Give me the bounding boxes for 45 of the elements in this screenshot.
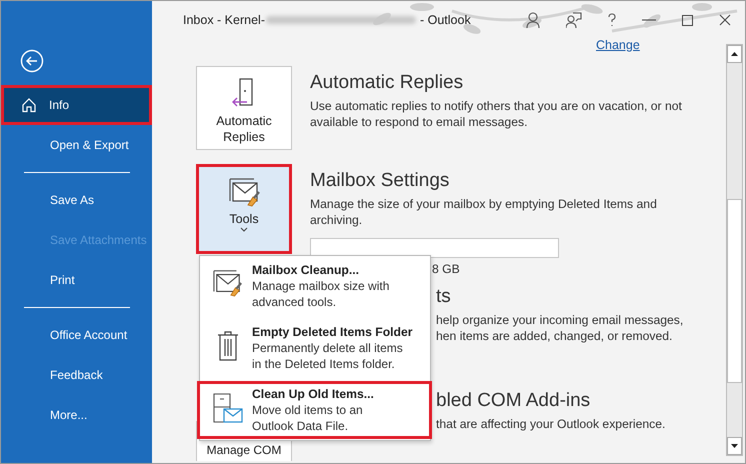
automatic-replies-button[interactable]: Automatic Replies [196,66,292,150]
sidebar-item[interactable]: More... [1,395,152,435]
help-icon[interactable] [608,13,616,27]
menu-item[interactable]: Empty Deleted Items Folder Permanently delete all items in the Deleted Items folder. [197,319,432,377]
menu-item-title: Empty Deleted Items Folder [252,324,413,340]
section-description: Manage the size of your mailbox by emptying Deleted Items and archiving. [310,196,657,228]
change-link[interactable]: Change [596,38,640,52]
section-heading: bled COM Add-ins [436,390,592,412]
back-icon[interactable] [20,49,44,73]
menu-item-description: Permanently delete all items in the Deleted Items folder. [252,340,404,372]
window-title: - Outlook [420,13,471,27]
tools-button[interactable]: Tools [196,164,292,254]
minimize-icon[interactable] [642,19,656,21]
scroll-down-icon[interactable] [731,444,738,448]
scrollbar[interactable] [726,44,743,456]
cabinet-envelope-icon [212,392,244,424]
sidebar-item[interactable]: Office Account [1,315,152,355]
menu-item-description: Manage mailbox size with advanced tools. [252,278,390,310]
menu-item[interactable]: Clean Up Old Items... Move old items to an Outlook Data File. [197,381,432,439]
section-heading: Mailbox Settings [310,170,450,192]
chevron-down-icon [240,227,248,232]
scroll-thumb[interactable] [727,199,742,383]
sidebar-item[interactable]: Print [1,260,152,300]
storage-reading: 8 GB [432,262,461,276]
section-description: that are affecting your Outlook experience. [436,416,666,432]
home-icon [21,97,37,113]
sidebar-item[interactable]: Feedback [1,355,152,395]
section-description: Use automatic replies to notify others that you are on vacation, or not available to respond to email messages. [310,98,682,130]
person-feedback-icon[interactable] [566,12,582,28]
section-heading: Automatic Replies [310,72,464,94]
sidebar-item[interactable]: Info [1,85,152,125]
section-heading: ts [436,286,452,308]
envelope-brush-icon [212,268,244,298]
menu-item-title: Mailbox Cleanup... [252,262,360,278]
menu-item-title: Clean Up Old Items... [252,386,374,402]
account-icon[interactable] [526,12,540,28]
trash-icon [216,330,240,362]
menu-item[interactable]: Mailbox Cleanup... Manage mailbox size with advanced tools. [197,257,432,315]
close-icon[interactable] [719,14,731,26]
maximize-icon[interactable] [682,14,693,26]
sidebar-item[interactable]: Open & Export [1,125,152,165]
scroll-up-icon[interactable] [731,52,738,56]
section-description: help organize your incoming email messages, hen items are added, changed, or removed. [436,312,684,344]
sidebar-item[interactable]: Save As [1,180,152,220]
window-title: Inbox - Kernel- [183,13,265,27]
